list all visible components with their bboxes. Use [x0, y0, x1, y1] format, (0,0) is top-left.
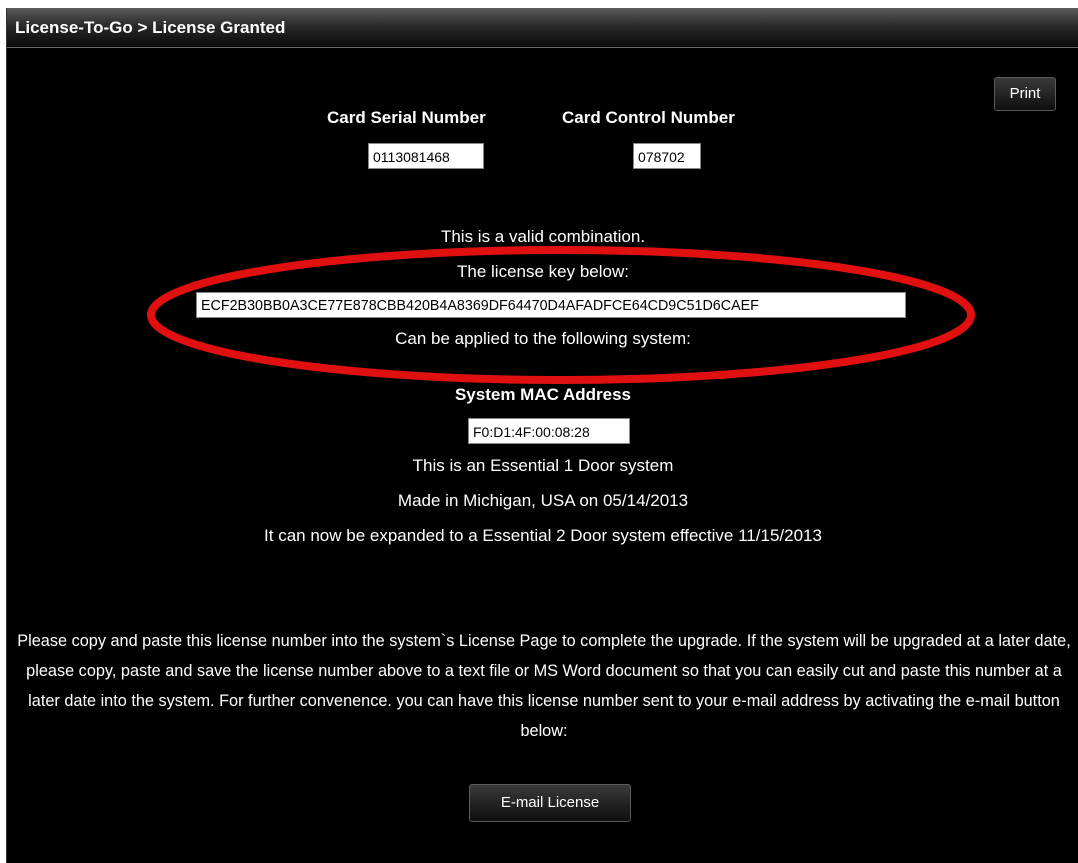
page: License-To-Go > License Granted Print Ca…	[0, 0, 1078, 863]
license-key-intro-text: The license key below:	[457, 262, 629, 281]
card-serial-label: Card Serial Number	[327, 108, 486, 127]
license-panel: License-To-Go > License Granted Print Ca…	[6, 8, 1078, 863]
mac-address-field[interactable]: F0:D1:4F:00:08:28	[468, 418, 630, 444]
page-title: License-To-Go > License Granted	[7, 8, 1078, 48]
manufacture-text: Made in Michigan, USA on 05/14/2013	[397, 491, 689, 510]
card-control-field[interactable]: 078702	[633, 143, 701, 169]
print-button[interactable]: Print	[994, 77, 1056, 111]
instructions-paragraph: Please copy and paste this license numbe…	[17, 632, 1071, 740]
applied-system-text: Can be applied to the following system:	[395, 329, 691, 348]
license-key-field[interactable]: ECF2B30BB0A3CE77E878CBB420B4A8369DF64470…	[196, 292, 906, 318]
card-control-label: Card Control Number	[562, 108, 735, 127]
card-serial-field[interactable]: 0113081468	[368, 143, 484, 169]
expansion-text: It can now be expanded to a Essential 2 …	[264, 526, 822, 545]
mac-address-label: System MAC Address	[454, 385, 632, 404]
email-license-button[interactable]: E-mail License	[469, 784, 631, 822]
system-type-text: This is an Essential 1 Door system	[412, 456, 674, 475]
valid-combination-text: This is a valid combination.	[440, 227, 646, 246]
